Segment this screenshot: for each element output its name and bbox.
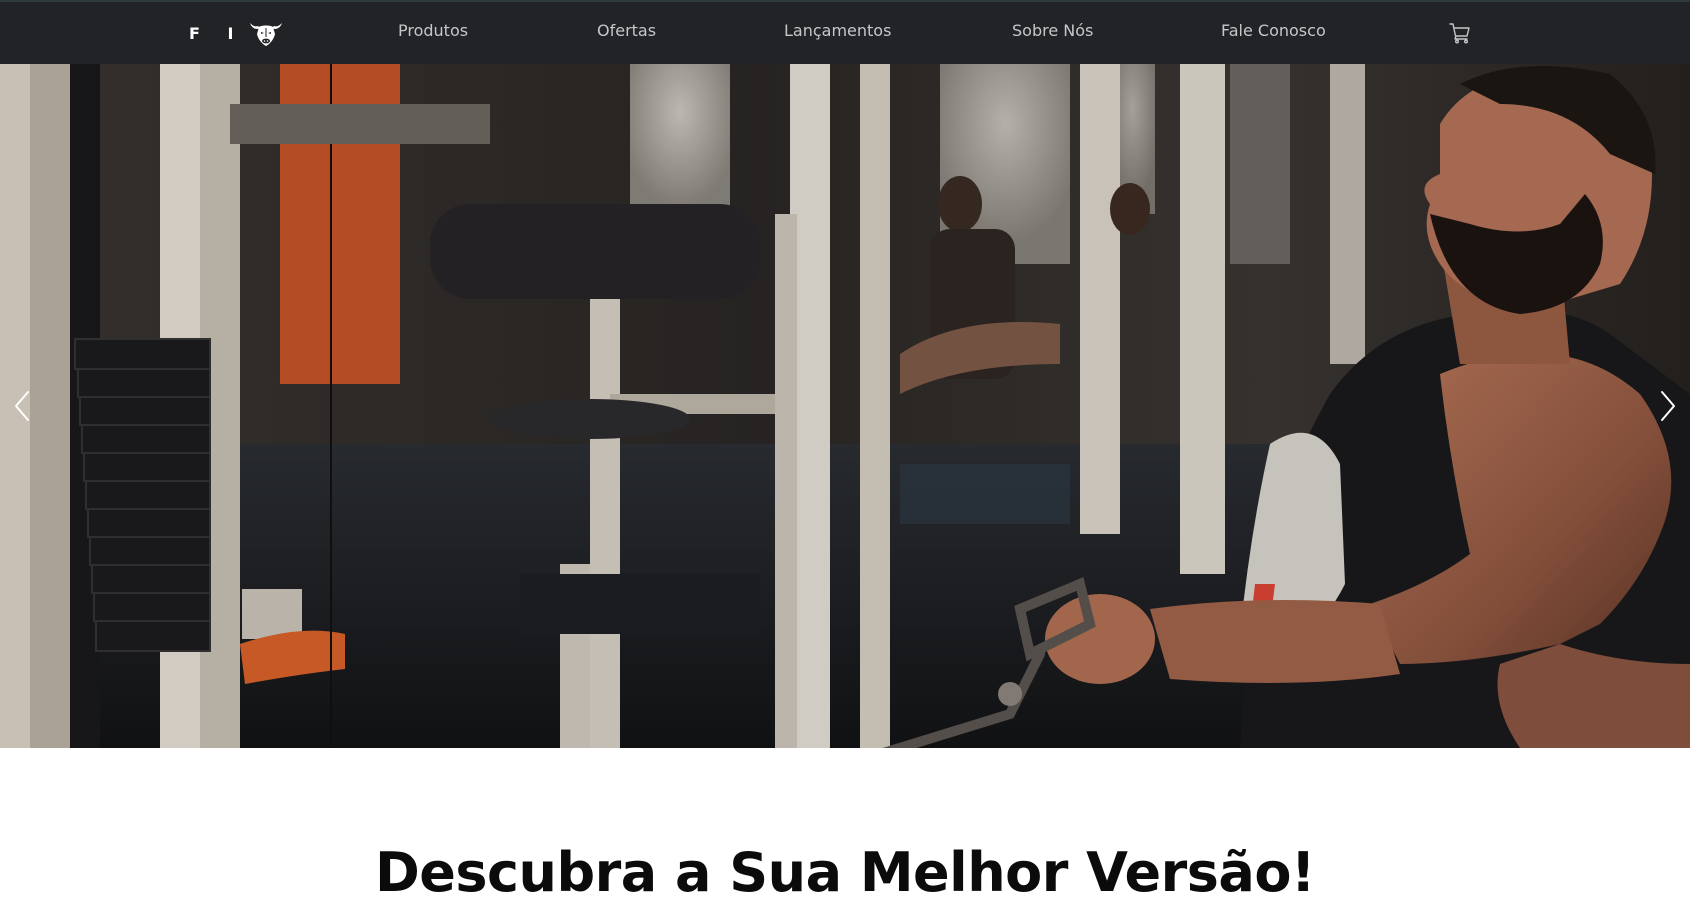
nav-link-produtos[interactable]: Produtos [398, 21, 468, 41]
carousel-prev-button[interactable] [0, 64, 80, 748]
nav-link-lancamentos[interactable]: Lançamentos [784, 21, 891, 41]
muscle-bull-icon [250, 23, 283, 46]
cart-icon[interactable] [1448, 21, 1472, 45]
brand-text: F I [189, 23, 245, 43]
hero-carousel [0, 64, 1690, 748]
nav-link-ofertas[interactable]: Ofertas [597, 21, 656, 41]
nav-link-fale-conosco[interactable]: Fale Conosco [1221, 21, 1326, 41]
navbar: F I Produtos Ofertas Lançamentos Sobre N… [0, 0, 1690, 64]
gym-photo [0, 64, 1690, 748]
chevron-right-icon [1661, 391, 1675, 421]
page-headline: Descubra a Sua Melhor Versão! [374, 841, 1316, 904]
nav-link-sobre-nos[interactable]: Sobre Nós [1012, 21, 1093, 41]
chevron-left-icon [15, 391, 29, 421]
brand-logo-link[interactable]: F I [189, 16, 284, 50]
carousel-next-button[interactable] [1610, 64, 1690, 748]
